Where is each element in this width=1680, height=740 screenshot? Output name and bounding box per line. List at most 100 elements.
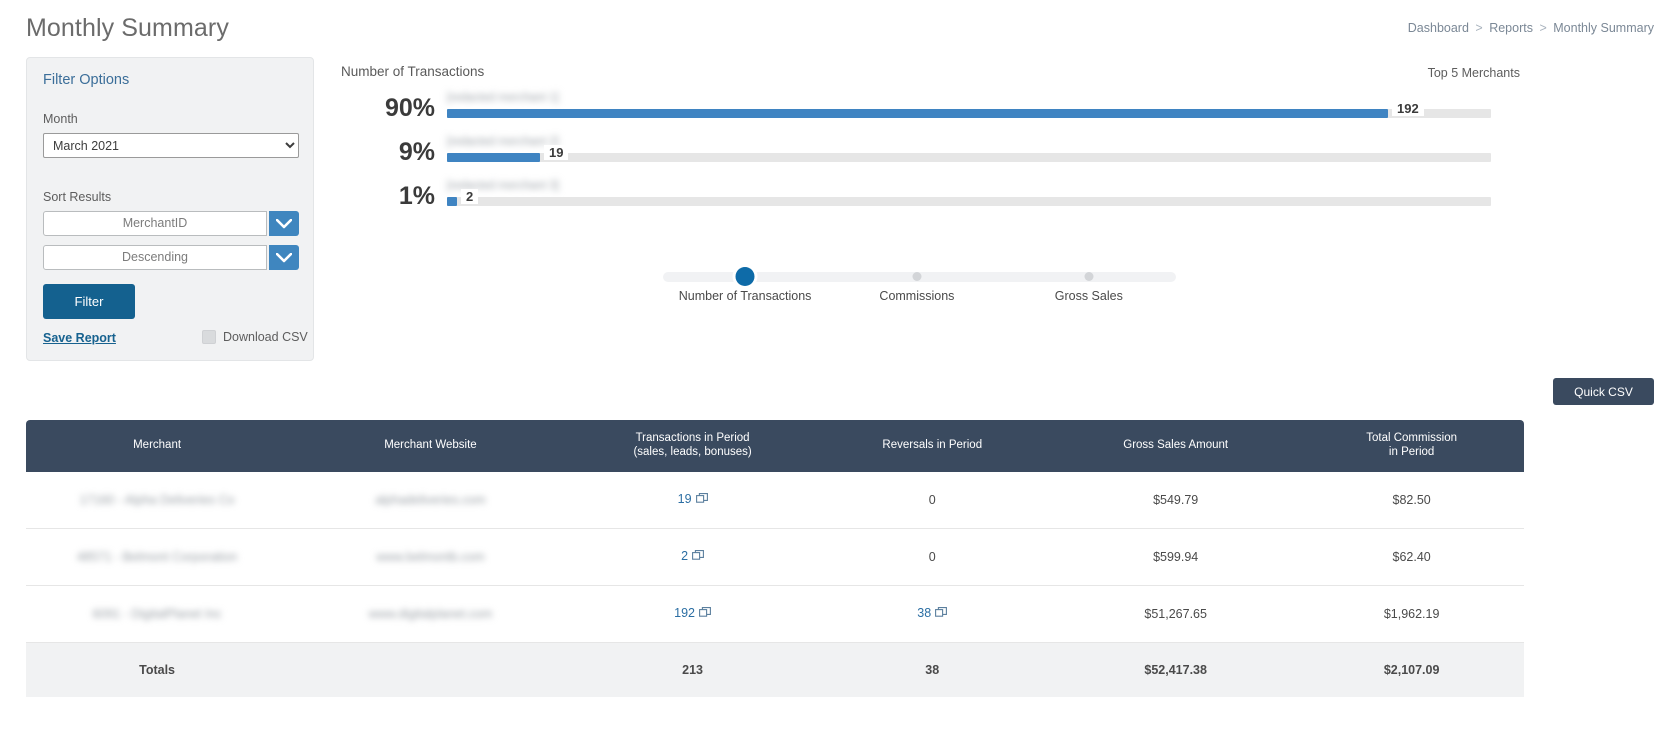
totals-website-blank xyxy=(288,642,573,697)
bar-value-label: 192 xyxy=(1392,101,1424,116)
breadcrumb-item-reports[interactable]: Reports xyxy=(1489,21,1533,35)
breadcrumb-separator: > xyxy=(1539,21,1547,35)
bar-percent-label: 90% xyxy=(384,94,435,122)
slider-dot-1[interactable] xyxy=(735,267,755,286)
breadcrumb-separator: > xyxy=(1475,21,1483,35)
metric-step-slider[interactable]: Number of Transactions Commissions Gross S… xyxy=(663,267,1176,303)
bar-merchant-label: [redacted merchant 2] xyxy=(447,136,559,148)
bar-percent-label: 9% xyxy=(398,138,435,166)
bar-fill xyxy=(447,109,1388,118)
cell-commission: $82.50 xyxy=(1299,471,1524,529)
column-header-line1: Transactions in Period xyxy=(635,432,750,444)
bar-fill xyxy=(447,197,457,206)
table-header-row: Merchant Merchant Website Transactions in … xyxy=(26,420,1524,472)
totals-transactions: 213 xyxy=(572,642,813,697)
download-csv-checkbox[interactable] xyxy=(202,330,216,344)
bar-chart-row: 90% [redacted merchant 1] 192 xyxy=(341,88,1491,132)
open-in-new-window-icon xyxy=(699,606,711,622)
page-title: Monthly Summary xyxy=(26,14,229,42)
sort-direction-input[interactable]: Descending xyxy=(43,245,267,270)
bar-chart-row: 1% [redacted merchant 3] 2 xyxy=(341,176,1491,220)
totals-commission: $2,107.09 xyxy=(1299,642,1524,697)
breadcrumb-item-dashboard[interactable]: Dashboard xyxy=(1408,21,1469,35)
table-row: 48571 - Belmont Corporation www.belmontb.… xyxy=(26,528,1524,586)
bar-value-label: 2 xyxy=(461,189,479,204)
totals-reversals: 38 xyxy=(812,642,1053,697)
quick-csv-button[interactable]: Quick CSV xyxy=(1553,378,1654,405)
breadcrumb-item-monthly-summary: Monthly Summary xyxy=(1553,21,1654,35)
filter-options-panel: Filter Options Month March 2021 Sort Res… xyxy=(26,57,314,361)
column-header: Transactions in Period (sales, leads, bon… xyxy=(572,420,813,472)
totals-label: Totals xyxy=(26,642,289,697)
save-report-link[interactable]: Save Report xyxy=(43,331,116,345)
bar-merchant-label: [redacted merchant 1] xyxy=(447,92,559,104)
table-header: Merchant Merchant Website Transactions in … xyxy=(26,420,1524,472)
cell-merchant: 6091 - DigitalPlanet Inc xyxy=(26,585,289,643)
bar-fill xyxy=(447,153,540,162)
sort-direction-dropdown-button[interactable] xyxy=(269,245,299,270)
filter-button[interactable]: Filter xyxy=(43,284,135,319)
column-header-line1: Gross Sales Amount xyxy=(1123,438,1229,451)
bar-chart-row: 9% [redacted merchant 2] 19 xyxy=(341,132,1491,176)
filter-options-title: Filter Options xyxy=(43,72,130,88)
cell-transactions[interactable]: 2 xyxy=(572,528,813,586)
column-header-line2: in Period xyxy=(1388,445,1435,458)
slider-dot-3[interactable] xyxy=(1084,272,1094,281)
column-header: Gross Sales Amount xyxy=(1052,420,1300,472)
sort-results-label: Sort Results xyxy=(43,190,112,204)
column-header: Total Commission in Period xyxy=(1299,420,1524,472)
chart-title: Number of Transactions xyxy=(341,64,485,79)
table-row: 6091 - DigitalPlanet Inc www.digitalplane… xyxy=(26,585,1524,643)
cell-merchant-website[interactable]: www.belmontb.com xyxy=(288,528,573,586)
cell-commission: $1,962.19 xyxy=(1299,585,1524,643)
cell-transactions[interactable]: 192 xyxy=(572,585,813,643)
cell-merchant-website[interactable]: www.digitalplanet.com xyxy=(288,585,573,643)
cell-merchant: 48571 - Belmont Corporation xyxy=(26,528,289,586)
cell-merchant-website[interactable]: alphadeliveries.com xyxy=(288,471,573,529)
table-totals-row: Totals 213 38 $52,417.38 $2,107.09 xyxy=(26,642,1524,697)
open-in-new-window-icon xyxy=(692,549,705,565)
cell-transactions[interactable]: 19 xyxy=(572,471,813,529)
cell-reversals[interactable]: 38 xyxy=(812,585,1053,643)
bar-value-label: 19 xyxy=(544,145,569,160)
download-csv-control: Download CSV xyxy=(202,330,308,344)
column-header-line1: Total Commission xyxy=(1366,432,1457,444)
bar-track xyxy=(447,109,1491,118)
column-header: Merchant Website xyxy=(288,420,573,472)
bar-percent-label: 1% xyxy=(398,182,435,210)
table-row: 17160 - Alpha Deliveries Co alphadeliveri… xyxy=(26,471,1524,529)
totals-gross-sales: $52,417.38 xyxy=(1052,642,1300,697)
column-header-line2: (sales, leads, bonuses) xyxy=(633,445,752,458)
column-header-line1: Merchant Website xyxy=(384,438,477,451)
slider-label-2[interactable]: Commissions xyxy=(879,289,954,303)
download-csv-label: Download CSV xyxy=(223,330,308,344)
column-header: Merchant xyxy=(26,420,289,472)
sort-direction-row: Descending xyxy=(43,245,299,270)
top-merchants-bar-chart: 90% [redacted merchant 1] 192 9% [redacted m… xyxy=(341,88,1491,223)
bar-track xyxy=(447,153,1491,162)
cell-merchant: 17160 - Alpha Deliveries Co xyxy=(26,471,289,529)
open-in-new-window-icon xyxy=(935,606,948,622)
bar-track xyxy=(447,197,1491,206)
cell-commission: $62.40 xyxy=(1299,528,1524,586)
slider-label-3[interactable]: Gross Sales xyxy=(1055,289,1123,303)
breadcrumb: Dashboard > Reports > Monthly Summary xyxy=(1408,21,1654,35)
column-header-line1: Reversals in Period xyxy=(882,438,983,451)
open-in-new-window-icon xyxy=(695,492,708,508)
sort-field-dropdown-button[interactable] xyxy=(269,211,299,236)
month-select[interactable]: March 2021 xyxy=(43,133,299,158)
month-label: Month xyxy=(43,112,78,126)
monthly-summary-table: Merchant Merchant Website Transactions in … xyxy=(26,420,1524,697)
sort-field-input[interactable]: MerchantID xyxy=(43,211,267,236)
column-header: Reversals in Period xyxy=(812,420,1053,472)
slider-label-1[interactable]: Number of Transactions xyxy=(679,289,812,303)
cell-gross-sales: $51,267.65 xyxy=(1052,585,1300,643)
cell-gross-sales: $599.94 xyxy=(1052,528,1300,586)
slider-dot-2[interactable] xyxy=(912,272,922,281)
cell-gross-sales: $549.79 xyxy=(1052,471,1300,529)
cell-reversals: 0 xyxy=(812,471,1053,529)
sort-field-row: MerchantID xyxy=(43,211,299,236)
cell-reversals: 0 xyxy=(812,528,1053,586)
chart-subtitle: Top 5 Merchants xyxy=(1427,66,1520,80)
column-header-line1: Merchant xyxy=(133,438,182,451)
